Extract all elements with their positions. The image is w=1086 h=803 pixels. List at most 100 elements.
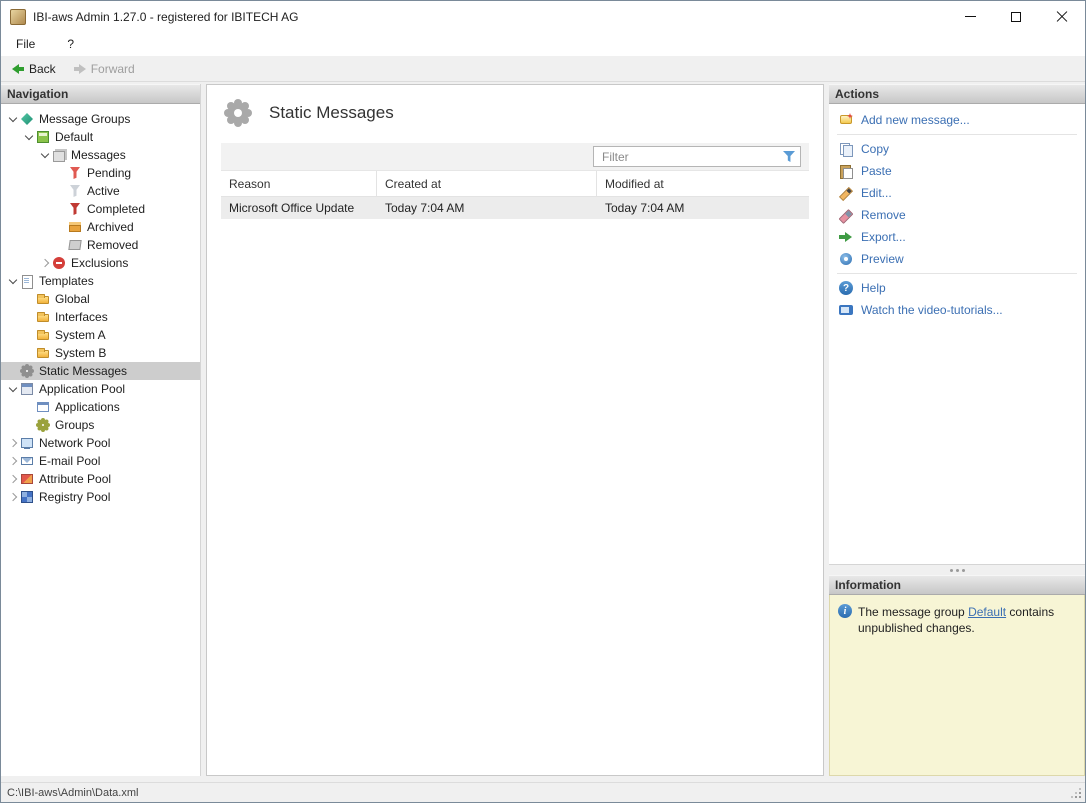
column-header-created-at[interactable]: Created at [377,171,597,196]
tree-item-global[interactable]: Global [1,290,200,308]
information-box: The message group Default contains unpub… [829,595,1085,776]
status-bar: C:\IBI-aws\Admin\Data.xml [1,782,1085,802]
navigation-panel-header: Navigation [1,84,200,104]
tree-item-pending[interactable]: Pending [1,164,200,182]
tree-item-applications[interactable]: Applications [1,398,200,416]
expand-chevron-icon[interactable] [5,458,20,464]
email-pool-icon [20,454,34,468]
tree-item-system-b[interactable]: System B [1,344,200,362]
expand-chevron-icon[interactable] [5,494,20,500]
filter-completed-icon [68,202,82,216]
video-icon [839,303,853,317]
tree-item-registry-pool[interactable]: Registry Pool [1,488,200,506]
forward-button[interactable]: Forward [67,59,142,79]
tree-item-label: Network Pool [39,436,110,450]
right-panel: Actions Add new message... Copy PasteEdit.… [829,84,1085,776]
application-pool-icon [20,382,34,396]
paste-icon [839,164,853,178]
collapse-chevron-icon[interactable] [5,117,20,121]
content-area: Static Messages ReasonCreated atModified… [201,84,829,776]
navigation-tree: Message GroupsDefaultMessages Pending Acti… [1,104,200,776]
tree-item-archived[interactable]: Archived [1,218,200,236]
expand-chevron-icon[interactable] [5,440,20,446]
content-body: ReasonCreated atModified at Microsoft Of… [207,143,823,775]
tree-item-active[interactable]: Active [1,182,200,200]
tree-item-label: Pending [87,166,131,180]
table-header: ReasonCreated atModified at [221,171,809,197]
maximize-icon [1011,12,1021,22]
action-edit[interactable]: Edit... [829,182,1085,204]
action-copy[interactable]: Copy [829,138,1085,160]
tree-item-groups[interactable]: Groups [1,416,200,434]
action-paste[interactable]: Paste [829,160,1085,182]
table-cell: Microsoft Office Update [221,197,377,219]
tree-item-templates[interactable]: Templates [1,272,200,290]
tree-item-removed[interactable]: Removed [1,236,200,254]
action-label: Copy [861,142,889,156]
menu-file[interactable]: File [11,35,40,53]
tree-item-interfaces[interactable]: Interfaces [1,308,200,326]
help-icon [839,281,853,295]
applications-icon [36,400,50,414]
collapse-chevron-icon[interactable] [5,279,20,283]
archived-icon [68,220,82,234]
tree-item-label: Completed [87,202,145,216]
tree-item-network-pool[interactable]: Network Pool [1,434,200,452]
back-button-label: Back [29,62,56,76]
information-panel-header: Information [829,575,1085,595]
tree-item-label: System B [55,346,106,360]
default-group-link[interactable]: Default [968,605,1006,619]
action-label: Export... [861,230,906,244]
menu-help[interactable]: ? [62,35,79,53]
tree-item-static-messages[interactable]: Static Messages [1,362,200,380]
edit-icon [839,186,853,200]
action-export[interactable]: Export... [829,226,1085,248]
expand-chevron-icon[interactable] [5,476,20,482]
tree-item-attribute-pool[interactable]: Attribute Pool [1,470,200,488]
action-watch-the-video-tutorials[interactable]: Watch the video-tutorials... [829,299,1085,321]
navigation-panel: Navigation Message GroupsDefaultMessages… [1,84,201,776]
minimize-button[interactable] [947,1,993,32]
tree-item-application-pool[interactable]: Application Pool [1,380,200,398]
tree-item-label: Exclusions [71,256,128,270]
collapse-chevron-icon[interactable] [37,153,52,157]
tree-item-system-a[interactable]: System A [1,326,200,344]
column-header-reason[interactable]: Reason [221,171,377,196]
tree-item-label: Active [87,184,120,198]
folder-icon [36,346,50,360]
network-pool-icon [20,436,34,450]
collapse-chevron-icon[interactable] [5,387,20,391]
message-groups-icon [20,112,34,126]
collapse-chevron-icon[interactable] [21,135,36,139]
back-arrow-icon [12,64,24,74]
folder-icon [36,310,50,324]
tree-item-exclusions[interactable]: Exclusions [1,254,200,272]
copy-icon [839,142,853,156]
table-row[interactable]: Microsoft Office UpdateToday 7:04 AMToda… [221,197,809,219]
maximize-button[interactable] [993,1,1039,32]
attribute-pool-icon [20,472,34,486]
tree-item-messages[interactable]: Messages [1,146,200,164]
tree-item-default[interactable]: Default [1,128,200,146]
action-remove[interactable]: Remove [829,204,1085,226]
tree-item-label: Archived [87,220,134,234]
add-message-icon [839,113,853,127]
filter-input[interactable] [593,146,801,167]
tree-item-completed[interactable]: Completed [1,200,200,218]
actions-panel-header: Actions [829,84,1085,104]
back-button[interactable]: Back [5,59,63,79]
close-button[interactable] [1039,1,1085,32]
action-label: Remove [861,208,906,222]
tree-item-message-groups[interactable]: Message Groups [1,110,200,128]
expand-chevron-icon[interactable] [37,260,52,266]
action-help[interactable]: Help [829,277,1085,299]
tree-item-e-mail-pool[interactable]: E-mail Pool [1,452,200,470]
resize-grip-icon[interactable] [1079,796,1081,798]
action-preview[interactable]: Preview [829,248,1085,270]
action-add-new-message[interactable]: Add new message... [829,109,1085,131]
remove-icon [839,208,853,222]
minimize-icon [965,16,976,17]
panel-splitter[interactable] [829,565,1085,575]
registry-pool-icon [20,490,34,504]
column-header-modified-at[interactable]: Modified at [597,171,809,196]
